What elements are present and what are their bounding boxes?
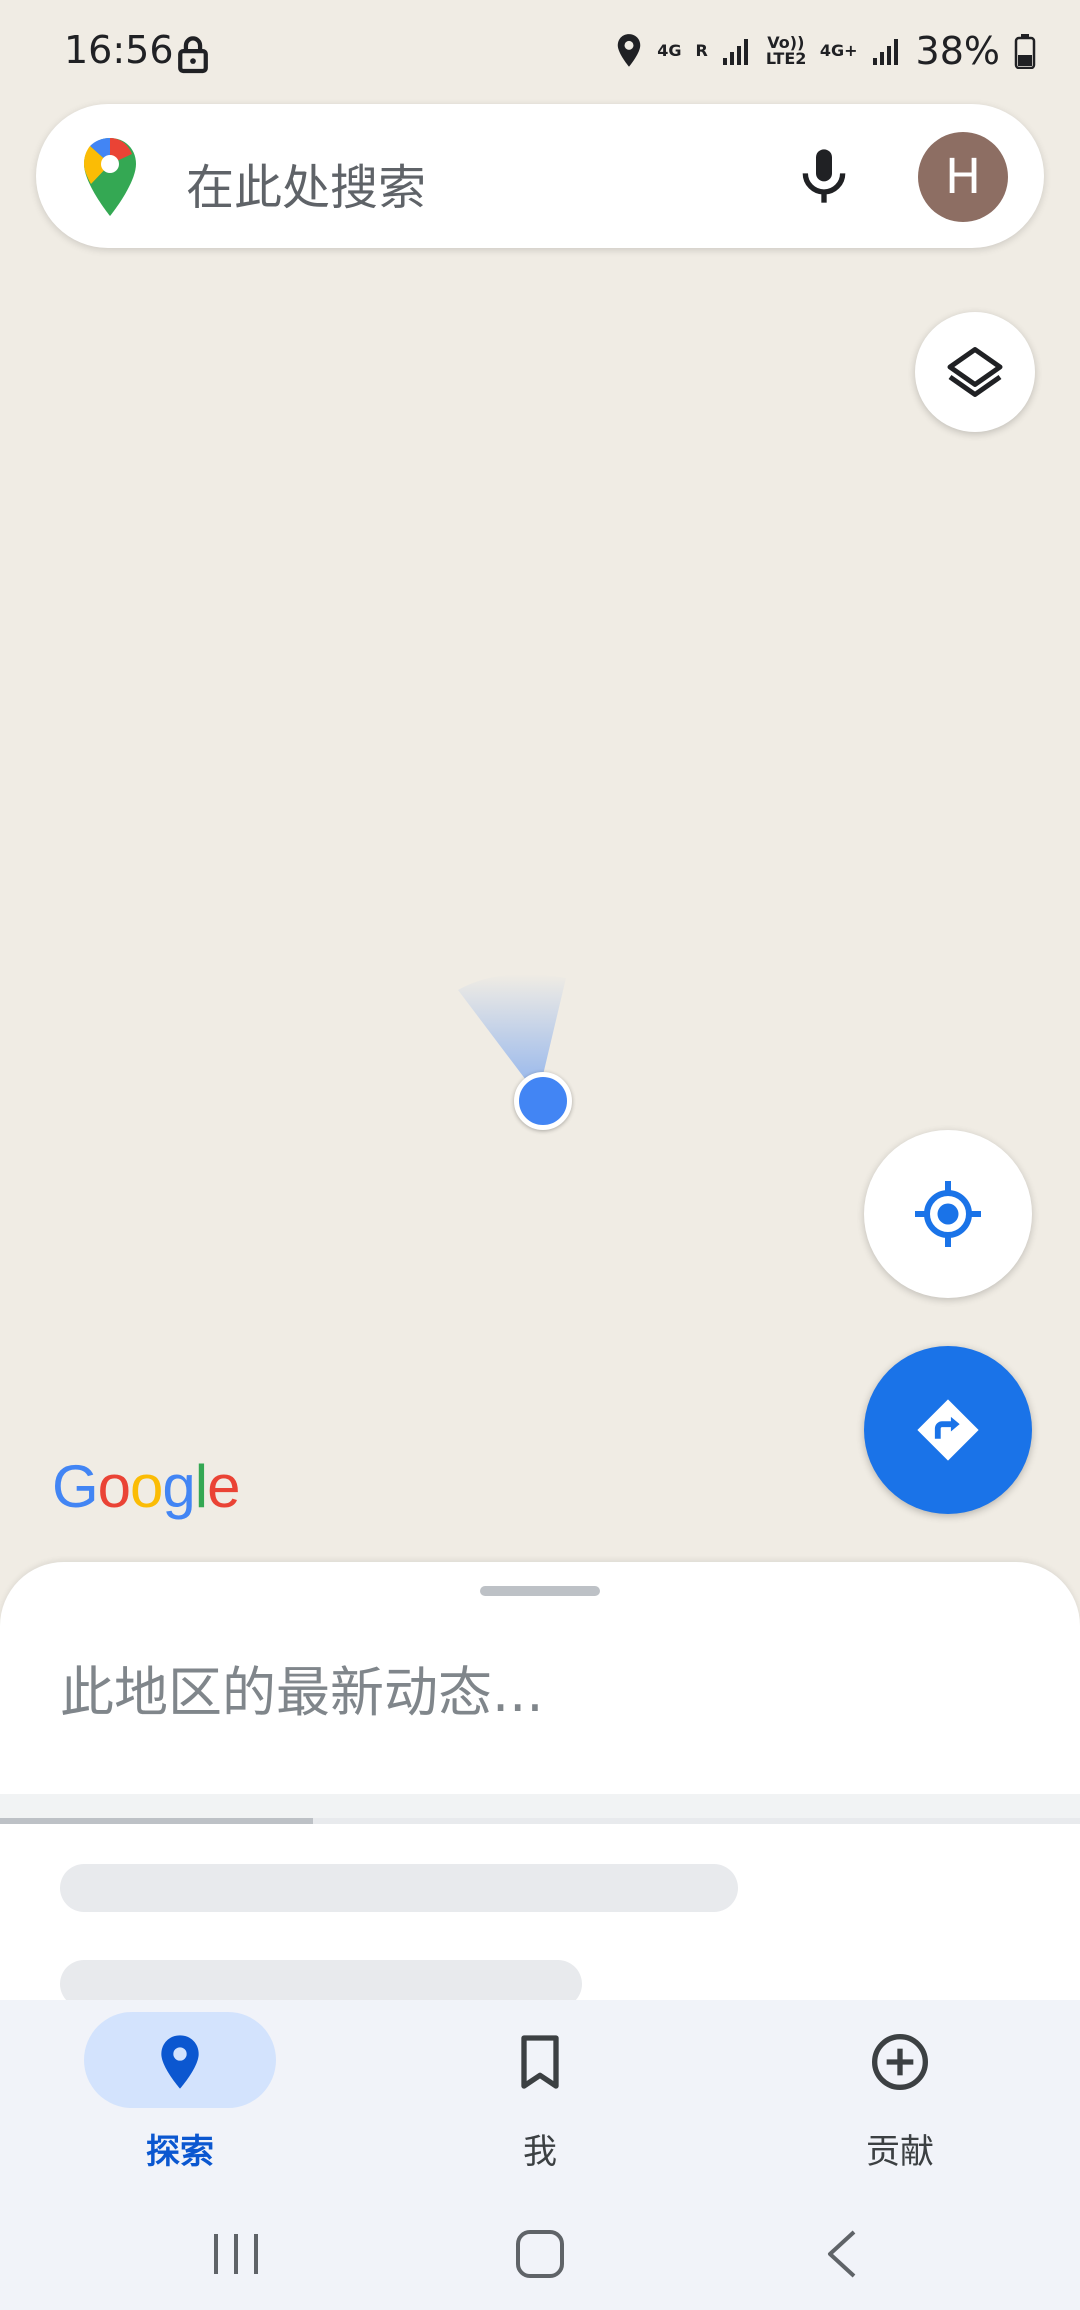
drag-handle[interactable] [480, 1586, 600, 1596]
google-logo-letter: e [207, 1453, 240, 1520]
battery-percentage: 38% [915, 29, 1000, 73]
bottom-sheet[interactable]: 此地区的最新动态... [0, 1562, 1080, 2008]
battery-icon [1014, 34, 1036, 69]
location-icon [618, 34, 641, 67]
google-logo-letter: o [130, 1453, 163, 1520]
loading-progress-fill [0, 1818, 314, 1824]
status-indicators: 4G R Vo)) LTE2 4G+ 38% [615, 26, 1036, 76]
signal-icon [722, 39, 748, 65]
directions-icon [917, 1399, 979, 1461]
system-navigation-bar [0, 2190, 1080, 2310]
nav-label: 贡献 [866, 2132, 934, 2172]
nav-label: 探索 [146, 2132, 214, 2172]
google-logo-letter: l [194, 1453, 208, 1520]
layers-button[interactable] [915, 312, 1035, 432]
maps-logo-icon [84, 138, 136, 216]
nav-explore[interactable]: 探索 [50, 2012, 310, 2182]
add-circle-icon [872, 2034, 928, 2090]
mic-icon[interactable] [792, 144, 856, 208]
loading-skeleton-line [60, 1864, 738, 1912]
status-time: 16:56 [64, 28, 174, 72]
layers-icon [947, 347, 1003, 397]
loading-progress-bar [0, 1818, 1080, 1824]
google-logo-letter: o [97, 1453, 131, 1520]
recents-icon[interactable] [196, 2224, 276, 2284]
search-bar[interactable]: 在此处搜索 H [36, 104, 1044, 248]
nav-label: 我 [523, 2132, 557, 2172]
pin-icon [161, 2035, 199, 2089]
sheet-title: 此地区的最新动态... [60, 1661, 544, 1724]
avatar[interactable]: H [918, 132, 1008, 222]
status-bar: 16:56 4G R Vo)) LTE2 4G+ 38% [0, 0, 1080, 100]
home-icon[interactable] [500, 2224, 580, 2284]
roaming-indicator: R [695, 41, 708, 60]
google-logo-letter: g [162, 1453, 195, 1520]
volte-indicator: Vo)) LTE2 [765, 33, 807, 68]
network-type-1: 4G [657, 41, 682, 60]
bottom-navigation: 探索 我 贡献 [0, 2000, 1080, 2190]
my-location-icon [915, 1181, 981, 1247]
network-type-2: 4G+ [819, 41, 858, 60]
user-location-dot [514, 1072, 572, 1130]
signal-icon [872, 39, 898, 65]
nav-contribute[interactable]: 贡献 [770, 2012, 1030, 2182]
lock-icon [178, 36, 208, 74]
my-location-button[interactable] [864, 1130, 1032, 1298]
google-logo-letter: G [52, 1453, 99, 1520]
back-icon[interactable] [804, 2224, 884, 2284]
search-input[interactable]: 在此处搜索 [186, 148, 426, 218]
nav-me[interactable]: 我 [410, 2012, 670, 2182]
bookmark-icon [521, 2035, 559, 2089]
directions-button[interactable] [864, 1346, 1032, 1514]
google-logo: Google [52, 1452, 241, 1521]
